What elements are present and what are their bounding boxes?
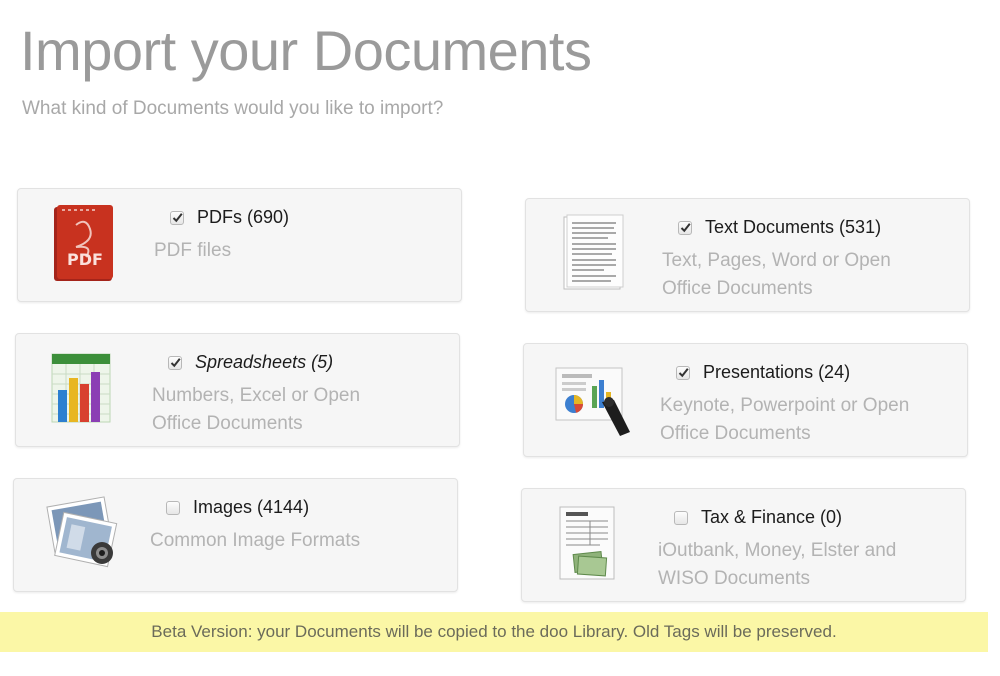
presentations-checkbox[interactable] [676,365,690,380]
pdfs-label: PDFs (690) [197,207,290,227]
pdfs-description: PDF files [154,240,232,261]
checkmark-icon [678,368,689,378]
checkmark-icon [172,213,183,223]
tax-finance-description: iOutbank, Money, Elster and WISO Documen… [658,540,897,589]
spreadsheets-label: Spreadsheets (5) [195,352,334,372]
tax-form-icon [552,503,622,583]
images-label: Images (4144) [193,497,310,517]
text-documents-label: Text Documents (531) [705,217,882,237]
import-option-images[interactable]: Images (4144) Common Image Formats [13,478,458,592]
pdf-icon-text: PDF [67,250,103,269]
import-option-presentations[interactable]: Presentations (24) Keynote, Powerpoint o… [523,343,968,457]
text-documents-checkbox[interactable] [678,220,692,235]
text-documents-description: Text, Pages, Word or Open Office Documen… [662,250,891,299]
import-option-spreadsheets[interactable]: Spreadsheets (5) Numbers, Excel or Open … [15,333,460,447]
presentations-description: Keynote, Powerpoint or Open Office Docum… [660,395,910,444]
import-option-tax-finance[interactable]: Tax & Finance (0) iOutbank, Money, Elste… [521,488,966,602]
page-title: Import your Documents [20,19,592,82]
presentation-icon [554,358,630,438]
tax-finance-checkbox[interactable] [674,510,688,525]
import-option-pdfs[interactable]: PDF PDFs (690) PDF files [17,188,462,302]
page-subtitle: What kind of Documents would you like to… [22,98,444,119]
photo-images-icon [44,493,118,573]
pdf-document-icon: PDF [48,203,118,283]
beta-notice: Beta Version: your Documents will be cop… [0,612,988,652]
images-checkbox[interactable] [166,500,180,515]
spreadsheet-chart-icon [46,348,116,428]
tax-finance-label: Tax & Finance (0) [701,507,843,527]
images-description: Common Image Formats [150,530,361,551]
beta-notice-text: Beta Version: your Documents will be cop… [151,622,837,641]
pdfs-checkbox[interactable] [170,210,184,225]
text-document-icon [556,213,626,293]
import-option-text-documents[interactable]: Text Documents (531) Text, Pages, Word o… [525,198,970,312]
presentations-label: Presentations (24) [703,362,851,382]
checkmark-icon [680,223,691,233]
checkmark-icon [170,358,181,368]
spreadsheets-checkbox[interactable] [168,355,182,370]
spreadsheets-description: Numbers, Excel or Open Office Documents [152,385,361,434]
